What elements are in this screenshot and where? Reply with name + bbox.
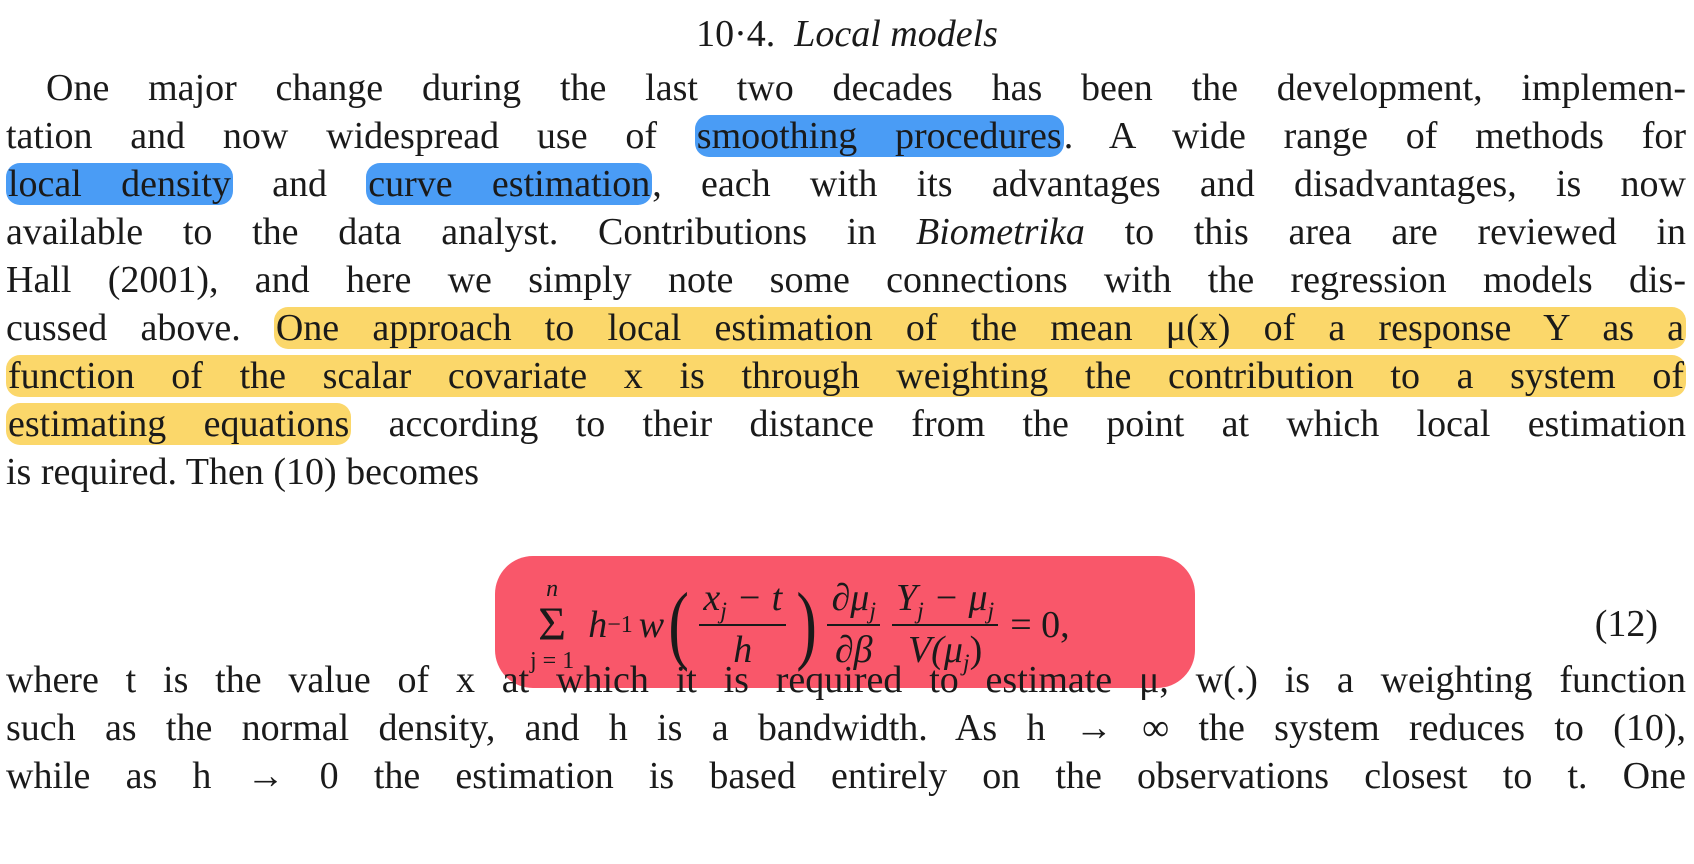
journal-name: Biometrika	[916, 211, 1085, 253]
section-number: 10·4.	[696, 13, 776, 55]
body-line-3: local density and curve estimation, each…	[6, 163, 1687, 205]
section-title: Local models	[794, 13, 998, 55]
body-line-5: Hall (2001), and here we simply note som…	[6, 259, 1686, 301]
after-line-2: such as the normal density, and h is a b…	[6, 707, 1686, 749]
equation-number: (12)	[1594, 603, 1658, 645]
body-line-6: cussed above. One approach to local esti…	[6, 307, 1686, 349]
body-line-8: estimating equations according to their …	[6, 403, 1687, 445]
highlight-local-density: local density	[6, 163, 233, 205]
body-line-9: is required. Then (10) becomes	[6, 451, 480, 493]
body-line-2: tation and now widespread use of smoothi…	[6, 115, 1687, 157]
body-line-4: available to the data analyst. Contribut…	[6, 211, 1686, 253]
highlight-smoothing-procedures: smoothing procedures	[694, 115, 1064, 157]
highlight-curve-estimation: curve estimation	[366, 163, 653, 205]
section-heading: 10·4. Local models	[0, 10, 1694, 58]
after-line-3: while as h → 0 the estimation is based e…	[6, 755, 1686, 797]
highlight-local-estimation-1: One approach to local estimation of the …	[273, 307, 1686, 349]
body-line-1: One major change during the last two dec…	[46, 67, 1686, 109]
after-line-1: where t is the value of x at which it is…	[6, 659, 1686, 701]
highlight-estimating-equations: estimating equations	[6, 403, 352, 445]
highlight-local-estimation-2: function of the scalar covariate x is th…	[6, 355, 1686, 397]
body-line-7: function of the scalar covariate x is th…	[6, 352, 1686, 400]
paper-page: 10·4. Local models One major change duri…	[0, 0, 1694, 864]
